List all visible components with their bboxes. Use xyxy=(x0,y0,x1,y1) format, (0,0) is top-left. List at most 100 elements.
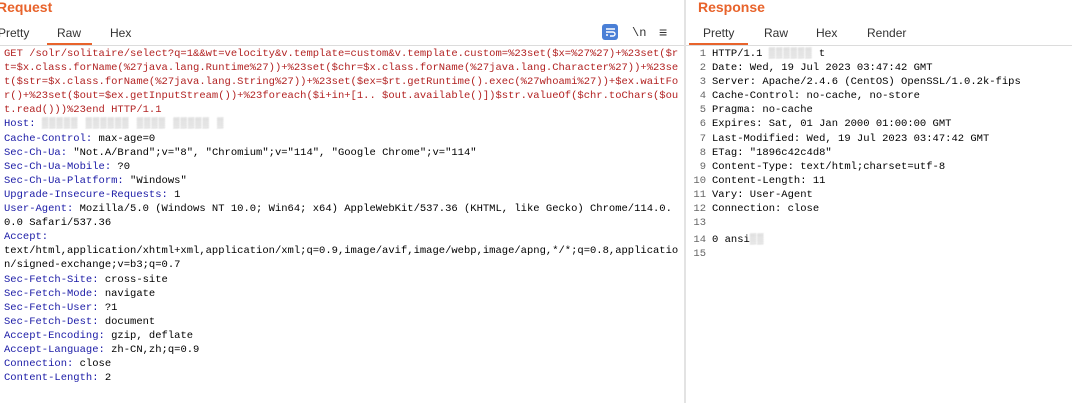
request-line: text/html,application/xhtml+xml,applicat… xyxy=(4,244,682,272)
response-line-text: Date: Wed, 19 Jul 2023 03:47:42 GMT xyxy=(712,62,933,75)
tab-pretty[interactable]: Pretty xyxy=(0,26,29,43)
response-line-text: Expires: Sat, 01 Jan 2000 01:00:00 GMT xyxy=(712,118,952,131)
header-value: max-age=0 xyxy=(92,132,156,145)
header-key: Sec-Fetch-Dest: xyxy=(4,315,99,328)
tab-hex[interactable]: Hex xyxy=(816,26,837,43)
request-line: Upgrade-Insecure-Requests: 1 xyxy=(4,188,682,202)
header-key: Host: xyxy=(4,118,36,131)
request-line: Connection: close xyxy=(4,357,682,371)
request-line: Host: ▒▒▒▒▒ ▒▒▒▒▒▒ ▒▒▒▒ ▒▒▒▒▒ ▒ xyxy=(4,117,682,131)
response-line: 5 Pragma: no-cache xyxy=(686,103,1070,117)
line-number: 4 xyxy=(699,90,706,103)
tab-render[interactable]: Render xyxy=(867,26,906,43)
response-line-tail: t xyxy=(818,48,826,60)
response-line-text: Vary: User-Agent xyxy=(712,188,813,201)
response-line: 1 HTTP/1.1 ▒▒▒▒▒▒ t xyxy=(686,47,1070,61)
request-tab-divider xyxy=(0,45,684,46)
request-line: Accept: xyxy=(4,230,682,244)
request-line: Accept-Encoding: gzip, deflate xyxy=(4,329,682,343)
line-number: 15 xyxy=(693,248,706,261)
header-value: cross-site xyxy=(98,273,168,286)
response-line: 14 0 ansi▒▒ xyxy=(686,233,1070,247)
response-line-text: Last-Modified: Wed, 19 Jul 2023 03:47:42… xyxy=(712,132,990,145)
request-editor[interactable]: GET /solr/solitaire/select?q=1&&wt=veloc… xyxy=(4,47,682,385)
header-value: ?0 xyxy=(111,160,131,173)
response-line: 13 xyxy=(686,216,1070,230)
response-line: 11 Vary: User-Agent xyxy=(686,188,1070,202)
response-line: 4 Cache-Control: no-cache, no-store xyxy=(686,89,1070,103)
line-number: 6 xyxy=(699,118,706,131)
response-line: 8 ETag: "1896c42c4d8" xyxy=(686,146,1070,160)
newline-toggle-button[interactable]: \n xyxy=(632,26,646,40)
header-value: "Windows" xyxy=(123,174,187,187)
header-key: Sec-Ch-Ua-Platform: xyxy=(4,174,124,187)
request-line: GET /solr/solitaire/select?q=1&&wt=veloc… xyxy=(4,47,682,117)
response-line-text: 0 ansi xyxy=(712,234,750,247)
header-key: Sec-Fetch-Mode: xyxy=(4,287,99,300)
line-number: 12 xyxy=(693,203,706,216)
header-value: gzip, deflate xyxy=(104,329,194,342)
header-key: Accept-Encoding: xyxy=(4,329,105,342)
request-line: Sec-Ch-Ua-Platform: "Windows" xyxy=(4,174,682,188)
redacted-text: ▒▒▒▒▒ ▒▒▒▒▒▒ ▒▒▒▒ ▒▒▒▒▒ ▒ xyxy=(41,118,225,131)
line-number: 1 xyxy=(699,48,706,60)
response-line-text: Pragma: no-cache xyxy=(712,104,813,117)
header-value: "Not.A/Brand";v="8", "Chromium";v="114",… xyxy=(67,146,477,159)
response-line-text: Connection: close xyxy=(712,203,820,216)
request-title: Request xyxy=(0,0,53,15)
header-value: ?1 xyxy=(98,301,118,314)
header-key: Accept: xyxy=(4,231,49,244)
request-line: User-Agent: Mozilla/5.0 (Windows NT 10.0… xyxy=(4,202,682,230)
response-line: 2 Date: Wed, 19 Jul 2023 03:47:42 GMT xyxy=(686,61,1070,75)
line-number: 14 xyxy=(693,234,706,247)
request-line: Cache-Control: max-age=0 xyxy=(4,132,682,146)
menu-icon[interactable]: ≡ xyxy=(659,24,667,40)
tab-raw[interactable]: Raw xyxy=(764,26,788,43)
header-value: document xyxy=(98,315,156,328)
request-line: Sec-Fetch-Mode: navigate xyxy=(4,287,682,301)
header-key: Accept-Language: xyxy=(4,343,105,356)
line-number: 10 xyxy=(693,174,706,187)
header-value: zh-CN,zh;q=0.9 xyxy=(104,343,200,356)
header-value: navigate xyxy=(98,287,156,300)
request-line-text: text/html,application/xhtml+xml,applicat… xyxy=(4,245,679,272)
word-wrap-button[interactable] xyxy=(602,24,618,40)
response-line-text: Content-Length: 11 xyxy=(712,174,826,187)
response-line: 15 xyxy=(686,247,1070,261)
line-number: 7 xyxy=(699,132,706,145)
request-line: Sec-Fetch-User: ?1 xyxy=(4,301,682,315)
header-key: Content-Length: xyxy=(4,372,99,385)
line-number: 5 xyxy=(699,104,706,117)
line-number: 8 xyxy=(699,146,706,159)
header-key: Sec-Ch-Ua: xyxy=(4,146,68,159)
request-line: Sec-Fetch-Site: cross-site xyxy=(4,273,682,287)
line-number: 13 xyxy=(693,217,706,230)
response-line-text: Content-Type: text/html;charset=utf-8 xyxy=(712,160,946,173)
response-viewer[interactable]: 1 HTTP/1.1 ▒▒▒▒▒▒ t 2 Date: Wed, 19 Jul 202… xyxy=(686,47,1070,261)
tab-pretty[interactable]: Pretty xyxy=(689,26,749,45)
line-number: 3 xyxy=(699,76,706,89)
redacted-text: ▒▒▒▒▒▒ xyxy=(768,48,813,60)
request-line: Accept-Language: zh-CN,zh;q=0.9 xyxy=(4,343,682,357)
header-key: Upgrade-Insecure-Requests: xyxy=(4,188,168,201)
request-line: Sec-Ch-Ua-Mobile: ?0 xyxy=(4,160,682,174)
response-line-text: HTTP/1.1 xyxy=(712,48,769,60)
line-number: 9 xyxy=(699,160,706,173)
response-line: 7 Last-Modified: Wed, 19 Jul 2023 03:47:4… xyxy=(686,132,1070,146)
line-number: 11 xyxy=(693,188,706,201)
tab-hex[interactable]: Hex xyxy=(110,26,131,43)
response-title: Response xyxy=(698,0,765,15)
header-key: Sec-Ch-Ua-Mobile: xyxy=(4,160,112,173)
request-line: Sec-Fetch-Dest: document xyxy=(4,315,682,329)
response-tab-divider xyxy=(686,45,1072,46)
request-line-url: GET /solr/solitaire/select?q=1&&wt=veloc… xyxy=(4,48,679,117)
header-value: close xyxy=(73,358,112,371)
tab-raw[interactable]: Raw xyxy=(47,26,93,45)
line-number: 2 xyxy=(699,62,706,75)
response-line: 3 Server: Apache/2.4.6 (CentOS) OpenSSL/1… xyxy=(686,75,1070,89)
response-line: 12 Connection: close xyxy=(686,202,1070,216)
response-panel: Response Pretty Raw Hex Render 1 HTTP/1.1… xyxy=(686,0,1072,403)
header-key: Sec-Fetch-User: xyxy=(4,301,99,314)
header-key: Cache-Control: xyxy=(4,132,93,145)
header-key: Connection: xyxy=(4,358,74,371)
